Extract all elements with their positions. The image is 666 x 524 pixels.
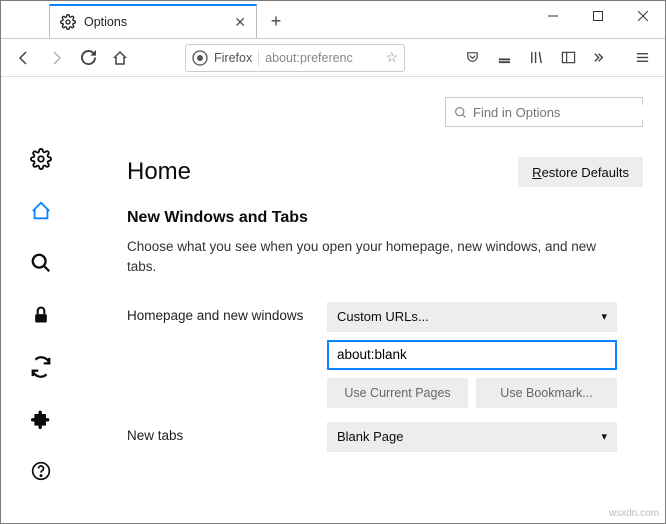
close-tab-icon[interactable]: ✕ (234, 14, 246, 31)
navigation-toolbar: Firefox about:preferenc ☆ (1, 39, 665, 77)
page-title: Home (127, 158, 191, 186)
window-maximize-button[interactable] (575, 1, 620, 31)
use-current-pages-button[interactable]: Use Current Pages (327, 378, 468, 408)
separator (258, 50, 259, 66)
sidebar-icon[interactable] (553, 43, 583, 73)
address-bar[interactable]: Firefox about:preferenc ☆ (185, 44, 405, 72)
newtabs-select[interactable]: Blank Page ▾ (327, 422, 617, 452)
homepage-select-value: Custom URLs... (337, 309, 429, 324)
find-in-options[interactable] (445, 97, 643, 127)
browser-tab-options[interactable]: Options ✕ (49, 4, 257, 38)
homepage-select[interactable]: Custom URLs... ▾ (327, 302, 617, 332)
sidebar-item-search[interactable] (29, 251, 53, 275)
homepage-label: Homepage and new windows (127, 302, 327, 323)
attribution: wsxdn.com (609, 508, 659, 519)
find-input[interactable] (473, 105, 649, 120)
menu-button[interactable] (627, 43, 657, 73)
sidebar-item-home[interactable] (29, 199, 53, 223)
chevron-down-icon: ▾ (601, 310, 607, 323)
section-heading: New Windows and Tabs (81, 209, 643, 227)
url-brand: Firefox (214, 51, 252, 65)
url-text: about:preferenc (265, 51, 379, 65)
gear-icon (60, 14, 76, 30)
sidebar-item-extensions[interactable] (29, 407, 53, 431)
newtabs-row: New tabs Blank Page ▾ (81, 422, 643, 452)
downloads-icon[interactable] (489, 43, 519, 73)
homepage-url-input[interactable] (327, 340, 617, 370)
reload-button[interactable] (73, 43, 103, 73)
main-panel: Home Restore Defaults New Windows and Ta… (81, 77, 665, 523)
home-button[interactable] (105, 43, 135, 73)
bookmark-star-icon[interactable]: ☆ (385, 49, 398, 66)
firefox-icon (192, 50, 208, 66)
new-tab-button[interactable]: + (261, 6, 291, 36)
sidebar-item-privacy[interactable] (29, 303, 53, 327)
sidebar-item-sync[interactable] (29, 355, 53, 379)
back-button[interactable] (9, 43, 39, 73)
title-bar: Options ✕ + (1, 1, 665, 39)
content-area: Home Restore Defaults New Windows and Ta… (1, 77, 665, 523)
restore-defaults-button[interactable]: Restore Defaults (518, 157, 643, 187)
chevron-down-icon: ▾ (601, 430, 607, 443)
forward-button[interactable] (41, 43, 71, 73)
section-description: Choose what you see when you open your h… (81, 237, 601, 278)
library-icon[interactable] (521, 43, 551, 73)
homepage-row: Homepage and new windows Custom URLs... … (81, 302, 643, 408)
preferences-sidebar (1, 77, 81, 523)
newtabs-label: New tabs (127, 422, 327, 443)
window-close-button[interactable] (620, 1, 665, 31)
overflow-icon[interactable] (585, 43, 615, 73)
newtabs-select-value: Blank Page (337, 429, 404, 444)
window-minimize-button[interactable] (530, 1, 575, 31)
tab-label: Options (84, 15, 234, 29)
use-bookmark-button[interactable]: Use Bookmark... (476, 378, 617, 408)
pocket-icon[interactable] (457, 43, 487, 73)
sidebar-item-general[interactable] (29, 147, 53, 171)
sidebar-item-support[interactable] (29, 459, 53, 483)
search-icon (454, 106, 467, 119)
